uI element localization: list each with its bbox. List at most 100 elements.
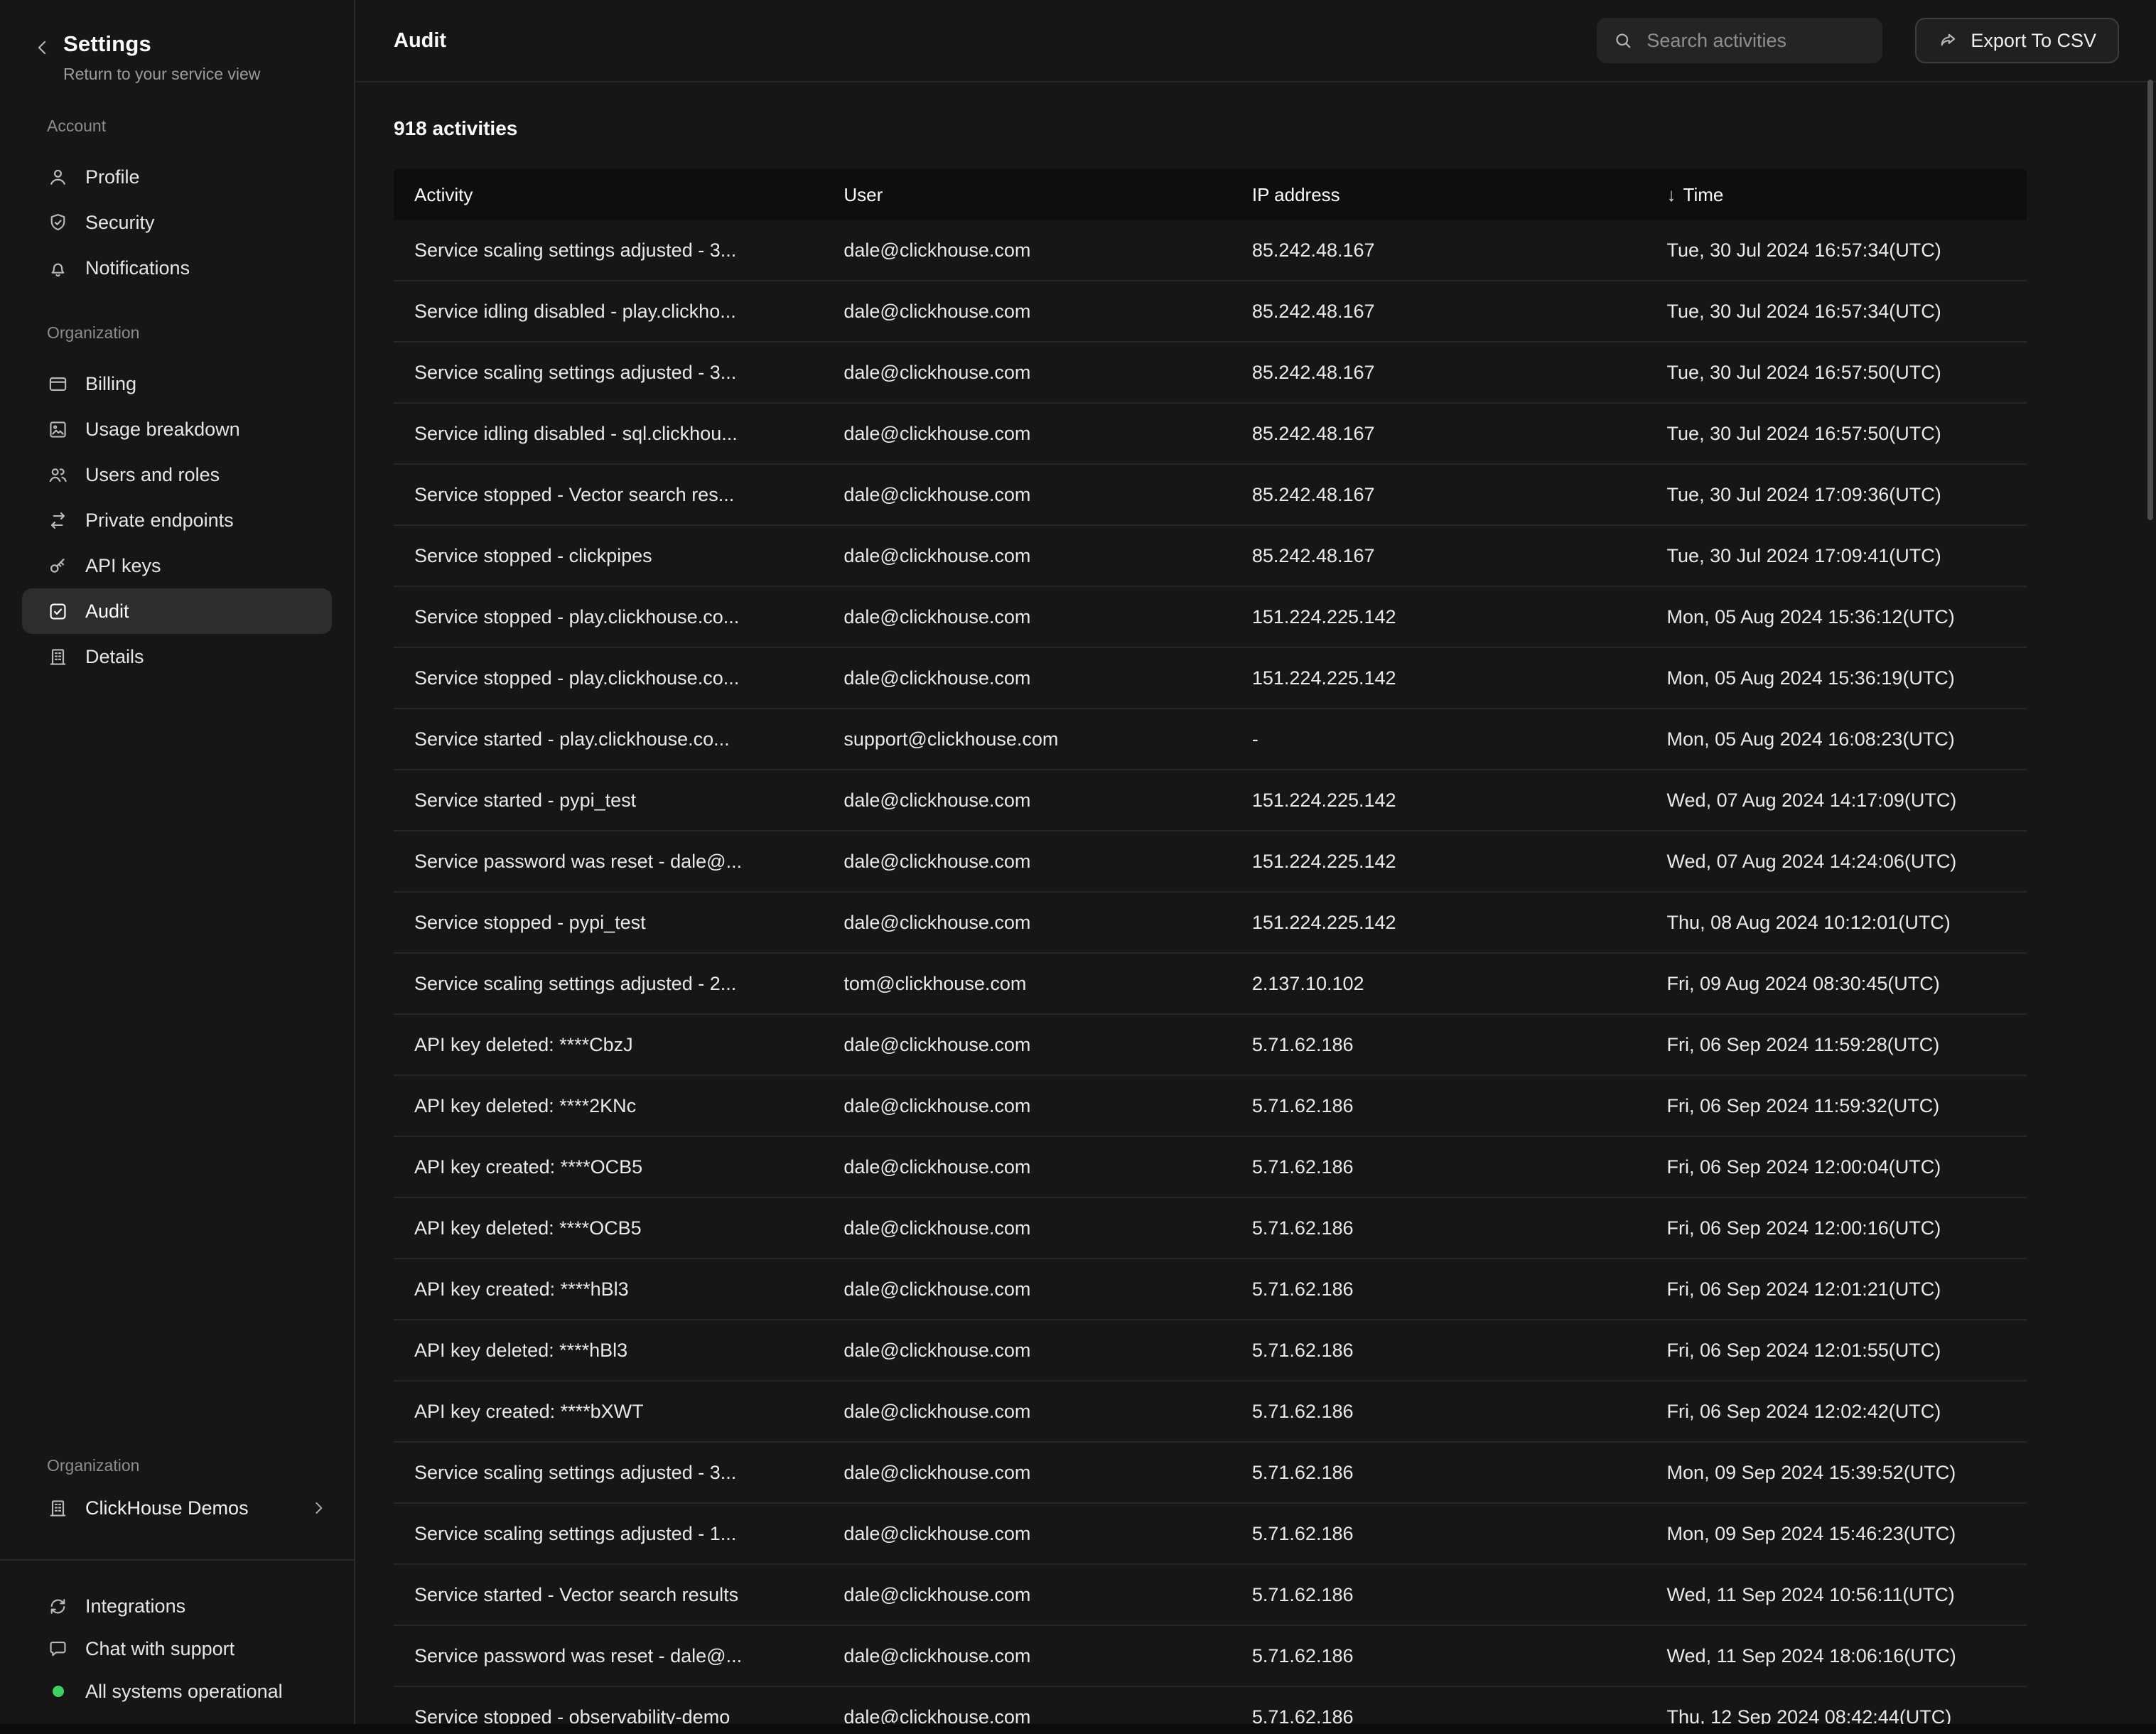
sidebar-item-label: Chat with support	[85, 1638, 235, 1660]
cell-time: Fri, 06 Sep 2024 12:02:42(UTC)	[1646, 1401, 2027, 1423]
table-row[interactable]: Service idling disabled - play.clickho..…	[394, 281, 2027, 343]
cell-ip: 5.71.62.186	[1231, 1584, 1646, 1606]
table-row[interactable]: API key created: ****hBl3 dale@clickhous…	[394, 1259, 2027, 1320]
table-row[interactable]: Service scaling settings adjusted - 2...…	[394, 954, 2027, 1015]
table-row[interactable]: API key created: ****bXWT dale@clickhous…	[394, 1382, 2027, 1443]
table-body: Service scaling settings adjusted - 3...…	[394, 220, 2027, 1734]
sidebar-item-all-systems-operational[interactable]: All systems operational	[22, 1670, 332, 1713]
column-header-ip-address[interactable]: IP address	[1231, 184, 1646, 206]
cell-user: dale@clickhouse.com	[823, 301, 1231, 323]
table-row[interactable]: Service password was reset - dale@... da…	[394, 1626, 2027, 1687]
cell-ip: 85.242.48.167	[1231, 423, 1646, 445]
cell-activity: Service started - pypi_test	[394, 790, 823, 812]
sidebar-item-integrations[interactable]: Integrations	[22, 1585, 332, 1627]
table-row[interactable]: API key deleted: ****2KNc dale@clickhous…	[394, 1076, 2027, 1137]
table-row[interactable]: Service idling disabled - sql.clickhou..…	[394, 404, 2027, 465]
sidebar-item-users-and-roles[interactable]: Users and roles	[22, 452, 332, 497]
sidebar-section-account: Account Profile Security Notifications	[22, 117, 332, 291]
cell-ip: 5.71.62.186	[1231, 1645, 1646, 1667]
table-row[interactable]: Service scaling settings adjusted - 1...…	[394, 1504, 2027, 1565]
table-row[interactable]: Service stopped - pypi_test dale@clickho…	[394, 893, 2027, 954]
user-icon	[47, 166, 69, 188]
sidebar-item-details[interactable]: Details	[22, 634, 332, 679]
cell-activity: Service stopped - clickpipes	[394, 545, 823, 567]
sidebar-item-audit[interactable]: Audit	[22, 588, 332, 634]
cell-activity: API key deleted: ****CbzJ	[394, 1034, 823, 1056]
cell-user: dale@clickhouse.com	[823, 1156, 1231, 1178]
vertical-scrollbar-thumb[interactable]	[2147, 80, 2153, 520]
cell-ip: 85.242.48.167	[1231, 239, 1646, 262]
table-row[interactable]: Service started - play.clickhouse.co... …	[394, 709, 2027, 770]
sidebar: Settings Return to your service view Acc…	[0, 0, 355, 1734]
cell-activity: Service started - Vector search results	[394, 1584, 823, 1606]
cell-ip: 2.137.10.102	[1231, 973, 1646, 995]
sidebar-item-private-endpoints[interactable]: Private endpoints	[22, 497, 332, 543]
sidebar-section-label: Account	[47, 117, 332, 136]
cell-user: dale@clickhouse.com	[823, 1523, 1231, 1545]
sidebar-item-chat-with-support[interactable]: Chat with support	[22, 1627, 332, 1670]
cell-ip: 151.224.225.142	[1231, 790, 1646, 812]
table-header-row: ActivityUserIP address↓Time	[394, 169, 2027, 220]
table-row[interactable]: API key deleted: ****hBl3 dale@clickhous…	[394, 1320, 2027, 1382]
cell-time: Mon, 05 Aug 2024 16:08:23(UTC)	[1646, 728, 2027, 750]
bell-icon	[47, 257, 69, 279]
cell-time: Tue, 30 Jul 2024 17:09:41(UTC)	[1646, 545, 2027, 567]
audit-content: 918 activities ActivityUserIP address↓Ti…	[355, 82, 2156, 1734]
table-row[interactable]: Service stopped - play.clickhouse.co... …	[394, 648, 2027, 709]
sidebar-item-notifications[interactable]: Notifications	[22, 245, 332, 291]
table-row[interactable]: API key deleted: ****CbzJ dale@clickhous…	[394, 1015, 2027, 1076]
table-row[interactable]: API key deleted: ****OCB5 dale@clickhous…	[394, 1198, 2027, 1259]
table-row[interactable]: Service scaling settings adjusted - 3...…	[394, 343, 2027, 404]
cell-ip: -	[1231, 728, 1646, 750]
audit-table: ActivityUserIP address↓Time Service scal…	[394, 169, 2027, 1734]
cell-activity: Service scaling settings adjusted - 3...	[394, 239, 823, 262]
table-row[interactable]: Service stopped - clickpipes dale@clickh…	[394, 526, 2027, 587]
sidebar-item-api-keys[interactable]: API keys	[22, 543, 332, 588]
sidebar-item-billing[interactable]: Billing	[22, 361, 332, 406]
cell-user: dale@clickhouse.com	[823, 790, 1231, 812]
table-row[interactable]: Service stopped - play.clickhouse.co... …	[394, 587, 2027, 648]
cell-ip: 5.71.62.186	[1231, 1523, 1646, 1545]
sidebar-item-label: Notifications	[85, 257, 190, 279]
cell-activity: Service stopped - pypi_test	[394, 912, 823, 934]
cell-user: dale@clickhouse.com	[823, 1462, 1231, 1484]
sidebar-item-security[interactable]: Security	[22, 200, 332, 245]
org-switcher[interactable]: ClickHouse Demos	[22, 1485, 332, 1531]
cell-ip: 5.71.62.186	[1231, 1278, 1646, 1300]
sidebar-item-label: Billing	[85, 373, 136, 395]
search-input[interactable]	[1646, 30, 1867, 52]
column-header-time[interactable]: ↓Time	[1646, 184, 2027, 206]
cell-time: Thu, 08 Aug 2024 10:12:01(UTC)	[1646, 912, 2027, 934]
search-box[interactable]	[1597, 18, 1882, 63]
export-csv-button[interactable]: Export To CSV	[1915, 18, 2119, 63]
table-row[interactable]: Service started - pypi_test dale@clickho…	[394, 770, 2027, 831]
column-header-activity[interactable]: Activity	[394, 184, 823, 206]
settings-subtitle[interactable]: Return to your service view	[63, 65, 260, 84]
cell-activity: API key created: ****bXWT	[394, 1401, 823, 1423]
table-row[interactable]: Service password was reset - dale@... da…	[394, 831, 2027, 893]
cell-time: Fri, 06 Sep 2024 12:01:21(UTC)	[1646, 1278, 2027, 1300]
table-row[interactable]: Service scaling settings adjusted - 3...…	[394, 1443, 2027, 1504]
export-icon	[1938, 30, 1959, 51]
cell-time: Wed, 07 Aug 2024 14:17:09(UTC)	[1646, 790, 2027, 812]
cell-time: Tue, 30 Jul 2024 16:57:34(UTC)	[1646, 301, 2027, 323]
cell-activity: Service scaling settings adjusted - 3...	[394, 1462, 823, 1484]
sidebar-item-profile[interactable]: Profile	[22, 154, 332, 200]
table-row[interactable]: Service stopped - Vector search res... d…	[394, 465, 2027, 526]
column-header-user[interactable]: User	[823, 184, 1231, 206]
cell-ip: 5.71.62.186	[1231, 1340, 1646, 1362]
table-row[interactable]: Service scaling settings adjusted - 3...…	[394, 220, 2027, 281]
table-row[interactable]: API key created: ****OCB5 dale@clickhous…	[394, 1137, 2027, 1198]
cell-time: Tue, 30 Jul 2024 16:57:50(UTC)	[1646, 423, 2027, 445]
cell-activity: Service stopped - Vector search res...	[394, 484, 823, 506]
sidebar-item-usage-breakdown[interactable]: Usage breakdown	[22, 406, 332, 452]
cell-activity: Service password was reset - dale@...	[394, 1645, 823, 1667]
cell-activity: Service scaling settings adjusted - 1...	[394, 1523, 823, 1545]
cell-user: dale@clickhouse.com	[823, 851, 1231, 873]
table-row[interactable]: Service started - Vector search results …	[394, 1565, 2027, 1626]
cell-user: dale@clickhouse.com	[823, 667, 1231, 689]
activities-count: 918 activities	[394, 117, 2027, 141]
cell-activity: API key deleted: ****2KNc	[394, 1095, 823, 1117]
back-chevron-icon[interactable]	[32, 37, 53, 58]
main-panel: Audit Export To CSV 918 activities	[355, 0, 2156, 1734]
